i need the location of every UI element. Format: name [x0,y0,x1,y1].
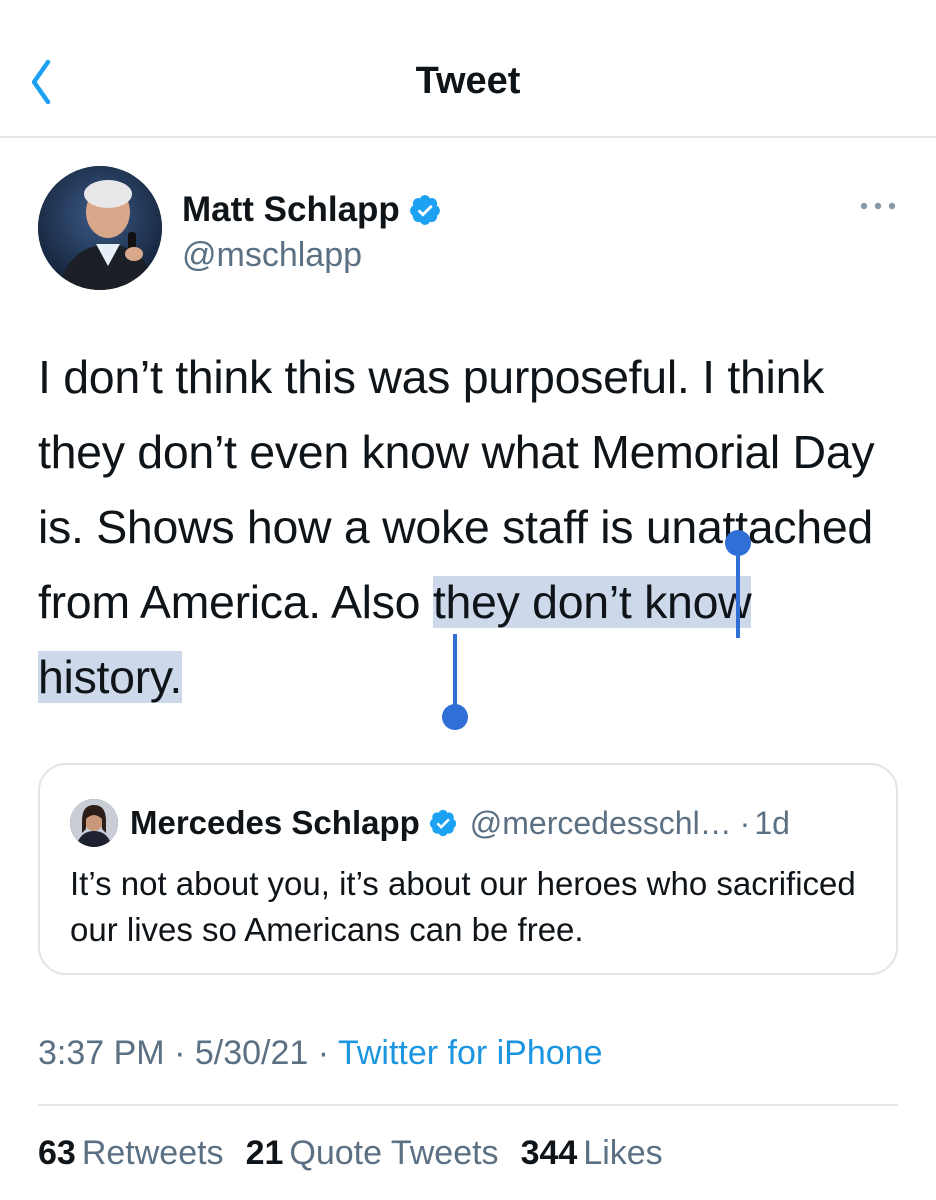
quoted-author-name: Mercedes Schlapp [130,804,420,841]
dot-separator: · [174,1034,186,1072]
tweet-body[interactable]: I don’t think this was purposeful. I thi… [38,340,908,715]
tweet-date: 5/30/21 [194,1034,309,1072]
likes-stat[interactable]: 344 Likes [521,1134,663,1173]
divider [38,1104,898,1106]
quoted-tweet-text: It’s not about you, it’s about our heroe… [70,865,856,948]
more-options-button[interactable] [858,196,898,216]
quoted-author-avatar [70,799,118,847]
quoted-tweet-time: 1d [754,804,790,841]
author-avatar[interactable] [38,166,162,290]
tweet-author-header: Matt Schlapp @mschlapp [38,166,898,296]
likes-count: 344 [520,1134,578,1172]
retweets-count: 63 [38,1134,76,1172]
retweets-label: Retweets [81,1134,224,1172]
verified-badge-icon [408,193,442,227]
retweets-stat[interactable]: 63 Retweets [38,1134,224,1173]
likes-label: Likes [583,1134,663,1172]
selection-start-handle[interactable] [725,530,751,638]
tweet-metadata: 3:37 PM · 5/30/21 · Twitter for iPhone [38,1034,603,1073]
more-dots-icon [858,202,898,220]
tweet-time: 3:37 PM [38,1034,165,1072]
tweet-source-link[interactable]: Twitter for iPhone [338,1034,603,1072]
quoted-author-handle: @mercedesschl… [469,804,732,841]
quoted-tweet-card[interactable]: Mercedes Schlapp @mercedesschl… · 1d It’… [38,763,898,975]
quote-tweets-stat[interactable]: 21 Quote Tweets [246,1134,499,1173]
selection-end-handle[interactable] [442,634,468,730]
quote-tweets-count: 21 [245,1134,284,1172]
verified-badge-icon [428,808,458,838]
top-navigation-bar: Tweet [0,0,936,138]
page-title: Tweet [415,60,521,102]
engagement-stats: 63 Retweets 21 Quote Tweets 344 Likes [38,1134,685,1173]
author-handle[interactable]: @mschlapp [182,236,362,275]
author-name[interactable]: Matt Schlapp [182,190,400,230]
dot-separator: · [739,804,751,841]
dot-separator: · [317,1034,330,1072]
quote-tweets-label: Quote Tweets [289,1134,499,1172]
